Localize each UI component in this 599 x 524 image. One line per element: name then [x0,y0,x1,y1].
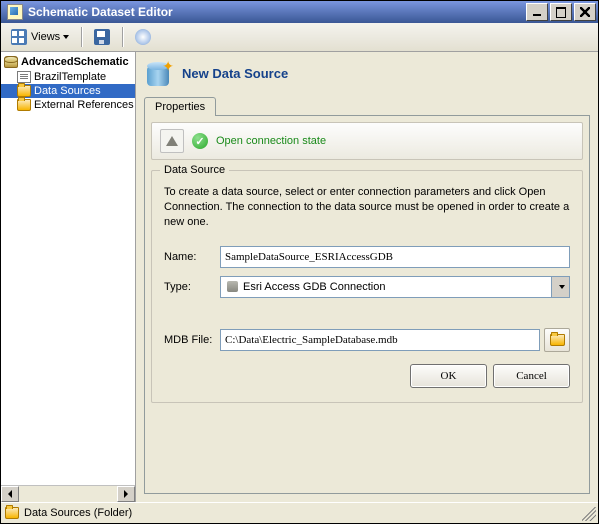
window-title: Schematic Dataset Editor [28,5,173,19]
mdb-label: MDB File: [164,334,220,346]
row-name: Name: [164,246,570,268]
name-input[interactable] [220,246,570,268]
button-label: Cancel [516,370,547,382]
page-title: New Data Source [182,66,288,81]
button-row: OK Cancel [164,364,570,388]
titlebar[interactable]: Schematic Dataset Editor [1,1,598,23]
app-window: Schematic Dataset Editor Views AdvancedS… [0,0,599,524]
body: AdvancedSchematic BrazilTemplate Data So… [1,52,598,502]
close-button[interactable] [574,3,596,21]
type-label: Type: [164,281,220,293]
type-value: Esri Access GDB Connection [243,281,551,293]
name-label: Name: [164,251,220,263]
tree-root-label: AdvancedSchematic [21,56,129,68]
save-button[interactable] [88,25,116,49]
views-icon [11,29,27,45]
connection-icon [160,129,184,153]
toolbar-separator [81,27,82,47]
datasource-group: Data Source To create a data source, sel… [151,170,583,403]
cancel-button[interactable]: Cancel [493,364,570,388]
database-icon [4,56,18,68]
type-option-icon [224,279,240,295]
tree-scrollbar-h[interactable] [1,485,135,502]
save-icon [94,29,110,45]
tab-label: Properties [155,101,205,113]
statusbar-text: Data Sources (Folder) [24,507,132,519]
ok-button[interactable]: OK [410,364,487,388]
views-button[interactable]: Views [5,25,75,49]
tree-item-label: BrazilTemplate [34,71,106,83]
toolbar-separator [122,27,123,47]
disk-icon [135,29,151,45]
folder-icon [5,507,19,519]
folder-icon [17,85,31,97]
sidebar: AdvancedSchematic BrazilTemplate Data So… [1,52,136,502]
folder-open-icon [550,334,565,346]
browse-button[interactable] [544,328,570,352]
tab-strip: Properties [136,96,598,115]
tree-item-label: Data Sources [34,85,101,97]
main-panel: ✦ New Data Source Properties ✓ Open conn… [136,52,598,502]
disk-button[interactable] [129,25,157,49]
resize-grip[interactable] [582,507,596,521]
tree-item-brazil[interactable]: BrazilTemplate [1,70,135,84]
mdb-input[interactable] [220,329,540,351]
app-icon [7,4,23,20]
row-mdb: MDB File: [164,328,570,352]
toolbar: Views [1,23,598,52]
button-label: OK [441,370,457,382]
header: ✦ New Data Source [136,52,598,96]
scroll-track[interactable] [19,486,117,502]
chevron-down-icon [63,35,69,39]
tree-item-label: External References [34,99,134,111]
tab-panel-properties: ✓ Open connection state Data Source To c… [144,115,590,494]
tree-item-external[interactable]: External References [1,98,135,112]
tree-item-datasources[interactable]: Data Sources [1,84,135,98]
datasource-icon: ✦ [144,58,172,88]
scroll-right-button[interactable] [117,486,135,502]
maximize-button[interactable] [550,3,572,21]
minimize-button[interactable] [526,3,548,21]
check-icon: ✓ [192,133,208,149]
views-label: Views [31,31,60,43]
folder-icon [17,99,31,111]
scroll-left-button[interactable] [1,486,19,502]
arrow-right-icon [124,490,128,498]
connection-status: ✓ Open connection state [151,122,583,160]
tab-properties[interactable]: Properties [144,97,216,116]
status-text: Open connection state [216,135,326,147]
arrow-left-icon [8,490,12,498]
row-type: Type: Esri Access GDB Connection [164,276,570,298]
document-icon [17,71,31,83]
tree[interactable]: AdvancedSchematic BrazilTemplate Data So… [1,52,135,485]
tree-root[interactable]: AdvancedSchematic [1,54,135,70]
help-text: To create a data source, select or enter… [164,185,570,230]
type-combobox[interactable]: Esri Access GDB Connection [220,276,570,298]
group-legend: Data Source [160,164,229,176]
chevron-down-icon [559,285,565,289]
statusbar: Data Sources (Folder) [1,502,598,523]
combo-dropdown-button[interactable] [551,277,569,297]
